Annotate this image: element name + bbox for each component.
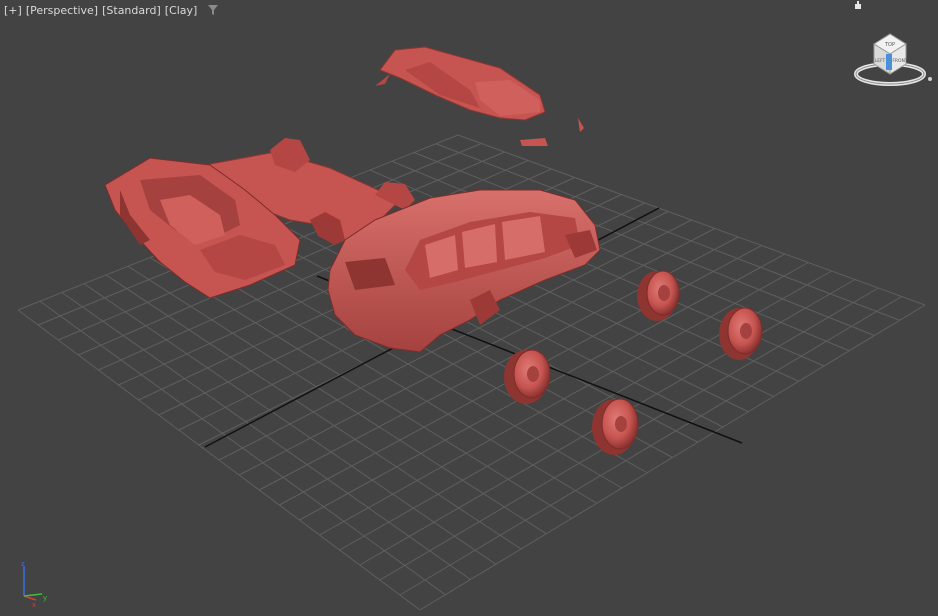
grid-line [419,304,926,611]
perspective-viewport[interactable]: [+] [Perspective] [Standard] [Clay] TOP … [0,0,938,616]
viewport-menu-button[interactable]: [+] [4,4,22,17]
wheel-rear-left[interactable] [637,270,680,321]
viewcube-icon[interactable]: TOP LEFT FRONT [850,24,934,88]
axis-tripod-icon: z x y [21,560,47,608]
pin-icon[interactable] [853,0,863,10]
display-style-button[interactable]: [Clay] [165,4,198,17]
viewport-label-menu[interactable]: [+] [Perspective] [Standard] [Clay] [4,2,219,18]
shading-mode-button[interactable]: [Standard] [102,4,161,17]
scene-canvas[interactable] [0,0,938,616]
grid-line [399,296,902,596]
axis-y-label: y [43,594,47,602]
viewcube-front-label: FRONT [892,58,908,64]
axis-z-label: z [21,560,25,568]
viewcube-top-label: TOP [884,42,895,48]
wheel-rear-right[interactable] [719,307,763,360]
axis-x-label: x [32,601,36,608]
roof-glass-part[interactable] [375,46,584,146]
wheel-front-left[interactable] [504,349,551,404]
filter-icon[interactable] [207,4,219,16]
view-type-button[interactable]: [Perspective] [26,4,98,17]
wheel-front-right[interactable] [592,398,639,455]
viewcube-left-label: LEFT [875,58,886,64]
